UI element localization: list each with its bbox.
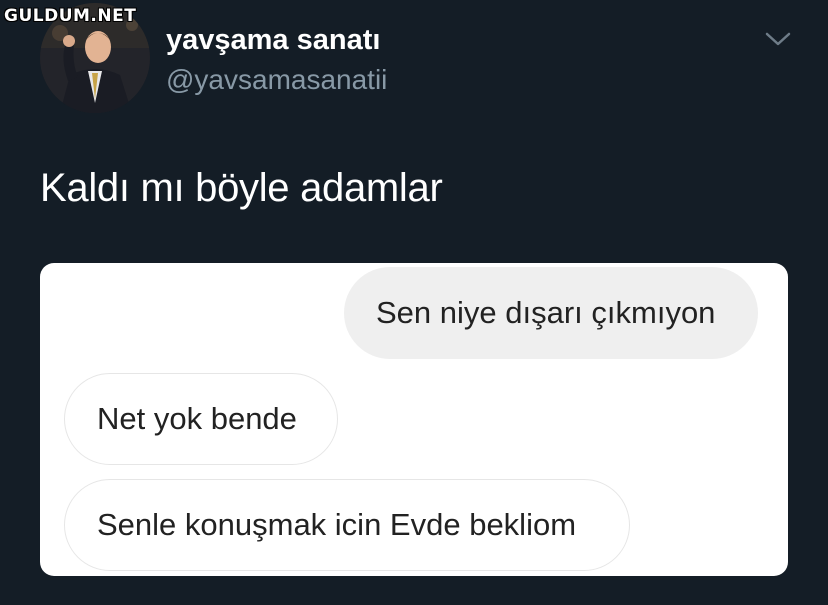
chat-bubble-received: Senle konuşmak icin Evde bekliom bbox=[64, 479, 630, 571]
tweet-media-chat-screenshot[interactable]: Sen niye dışarı çıkmıyon Net yok bende S… bbox=[40, 263, 788, 576]
chat-message-text: Sen niye dışarı çıkmıyon bbox=[376, 295, 716, 330]
watermark-logo: GULDUM.NET bbox=[4, 6, 137, 26]
chat-bubble-sent: Sen niye dışarı çıkmıyon bbox=[344, 267, 758, 359]
chat-message-text: Senle konuşmak icin Evde bekliom bbox=[97, 507, 577, 542]
user-handle[interactable]: @yavsamasanatii bbox=[166, 64, 387, 96]
display-name[interactable]: yavşama sanatı bbox=[166, 24, 380, 57]
chat-bubble-received: Net yok bende bbox=[64, 373, 338, 465]
chat-message-text: Net yok bende bbox=[97, 401, 297, 436]
tweet-text: Kaldı mı böyle adamlar bbox=[40, 166, 443, 210]
chevron-down-icon[interactable] bbox=[762, 26, 794, 50]
